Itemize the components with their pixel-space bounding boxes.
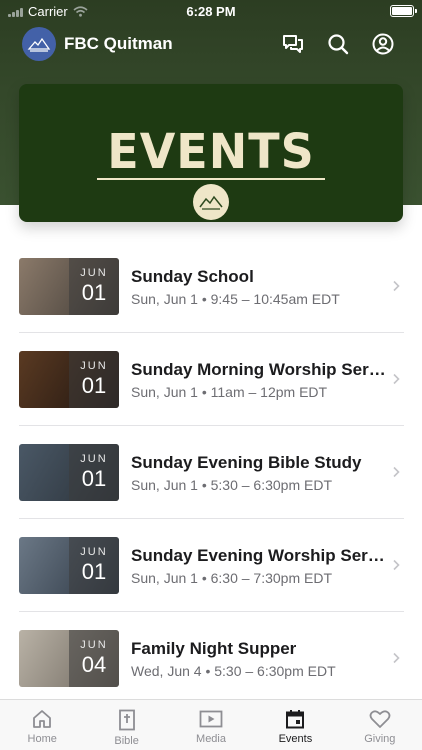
- event-title: Sunday Evening Bible Study: [131, 453, 362, 472]
- home-icon: [33, 710, 52, 728]
- tab-label: Bible: [114, 735, 139, 747]
- tab-events[interactable]: Events: [253, 700, 337, 750]
- calendar-icon: [286, 710, 305, 729]
- tab-bible[interactable]: Bible: [84, 700, 168, 750]
- heart-icon: [369, 710, 391, 728]
- event-month: JUN: [80, 546, 108, 558]
- event-title: Sunday School: [131, 267, 254, 286]
- event-datetime: Sun, Jun 1 • 11am – 12pm EDT: [131, 384, 328, 400]
- event-thumbnail: JUN 01: [19, 351, 119, 408]
- tab-bar: Home Bible Media Events Giving: [0, 699, 422, 750]
- event-datetime: Sun, Jun 1 • 6:30 – 7:30pm EDT: [131, 570, 333, 586]
- church-seal-icon: [193, 184, 229, 220]
- event-day: 01: [81, 559, 107, 584]
- bible-icon: [118, 709, 135, 731]
- event-thumbnail: JUN 01: [19, 537, 119, 594]
- chevron-right-icon: [393, 280, 400, 292]
- status-bar: Carrier 6:28 PM: [0, 0, 422, 22]
- chevron-right-icon: [393, 652, 400, 664]
- event-date-badge: JUN 01: [69, 351, 119, 408]
- church-logo-icon: [27, 37, 51, 52]
- event-thumbnail: JUN 01: [19, 258, 119, 315]
- profile-icon[interactable]: [371, 32, 395, 56]
- tab-media[interactable]: Media: [169, 700, 253, 750]
- tab-giving[interactable]: Giving: [338, 700, 422, 750]
- app-title: FBC Quitman: [64, 34, 173, 53]
- event-datetime: Sun, Jun 1 • 5:30 – 6:30pm EDT: [131, 477, 333, 493]
- event-month: JUN: [80, 453, 108, 465]
- tab-label: Events: [278, 733, 313, 745]
- event-thumbnail: JUN 04: [19, 630, 119, 687]
- tab-label: Giving: [364, 733, 396, 745]
- search-icon[interactable]: [326, 32, 350, 56]
- event-day: 01: [81, 466, 107, 491]
- event-title: Sunday Morning Worship Serv...: [131, 360, 387, 379]
- events-banner: EVENTS: [19, 84, 403, 222]
- event-title: Sunday Evening Worship Servi...: [131, 546, 387, 565]
- event-list-item[interactable]: JUN 01 Sunday School Sun, Jun 1 • 9:45 –…: [19, 240, 404, 333]
- event-day: 01: [81, 373, 107, 398]
- status-time: 6:28 PM: [186, 4, 236, 19]
- event-thumbnail: JUN 01: [19, 444, 119, 501]
- banner-title: EVENTS: [107, 122, 315, 180]
- event-list: JUN 01 Sunday School Sun, Jun 1 • 9:45 –…: [19, 240, 404, 705]
- event-month: JUN: [80, 639, 108, 651]
- event-list-item[interactable]: JUN 01 Sunday Morning Worship Serv... Su…: [19, 333, 404, 426]
- media-icon: [199, 710, 223, 728]
- church-logo[interactable]: [22, 27, 56, 61]
- event-list-item[interactable]: JUN 01 Sunday Evening Bible Study Sun, J…: [19, 426, 404, 519]
- tab-label: Home: [27, 733, 57, 745]
- app-header: FBC Quitman: [0, 24, 422, 64]
- event-day: 01: [81, 280, 107, 305]
- event-day: 04: [81, 652, 107, 677]
- chevron-right-icon: [393, 559, 400, 571]
- event-date-badge: JUN 01: [69, 258, 119, 315]
- event-title: Family Night Supper: [131, 639, 297, 658]
- event-month: JUN: [80, 360, 108, 372]
- banner-underline: [97, 178, 325, 180]
- event-datetime: Sun, Jun 1 • 9:45 – 10:45am EDT: [131, 291, 340, 307]
- event-date-badge: JUN 01: [69, 444, 119, 501]
- tab-home[interactable]: Home: [0, 700, 84, 750]
- event-month: JUN: [80, 267, 108, 279]
- event-date-badge: JUN 01: [69, 537, 119, 594]
- chat-icon[interactable]: [281, 32, 305, 56]
- chevron-right-icon: [393, 373, 400, 385]
- chevron-right-icon: [393, 466, 400, 478]
- tab-label: Media: [196, 733, 226, 745]
- event-list-item[interactable]: JUN 01 Sunday Evening Worship Servi... S…: [19, 519, 404, 612]
- event-datetime: Wed, Jun 4 • 5:30 – 6:30pm EDT: [131, 663, 336, 679]
- event-list-item[interactable]: JUN 04 Family Night Supper Wed, Jun 4 • …: [19, 612, 404, 705]
- event-date-badge: JUN 04: [69, 630, 119, 687]
- battery-icon: [390, 5, 417, 17]
